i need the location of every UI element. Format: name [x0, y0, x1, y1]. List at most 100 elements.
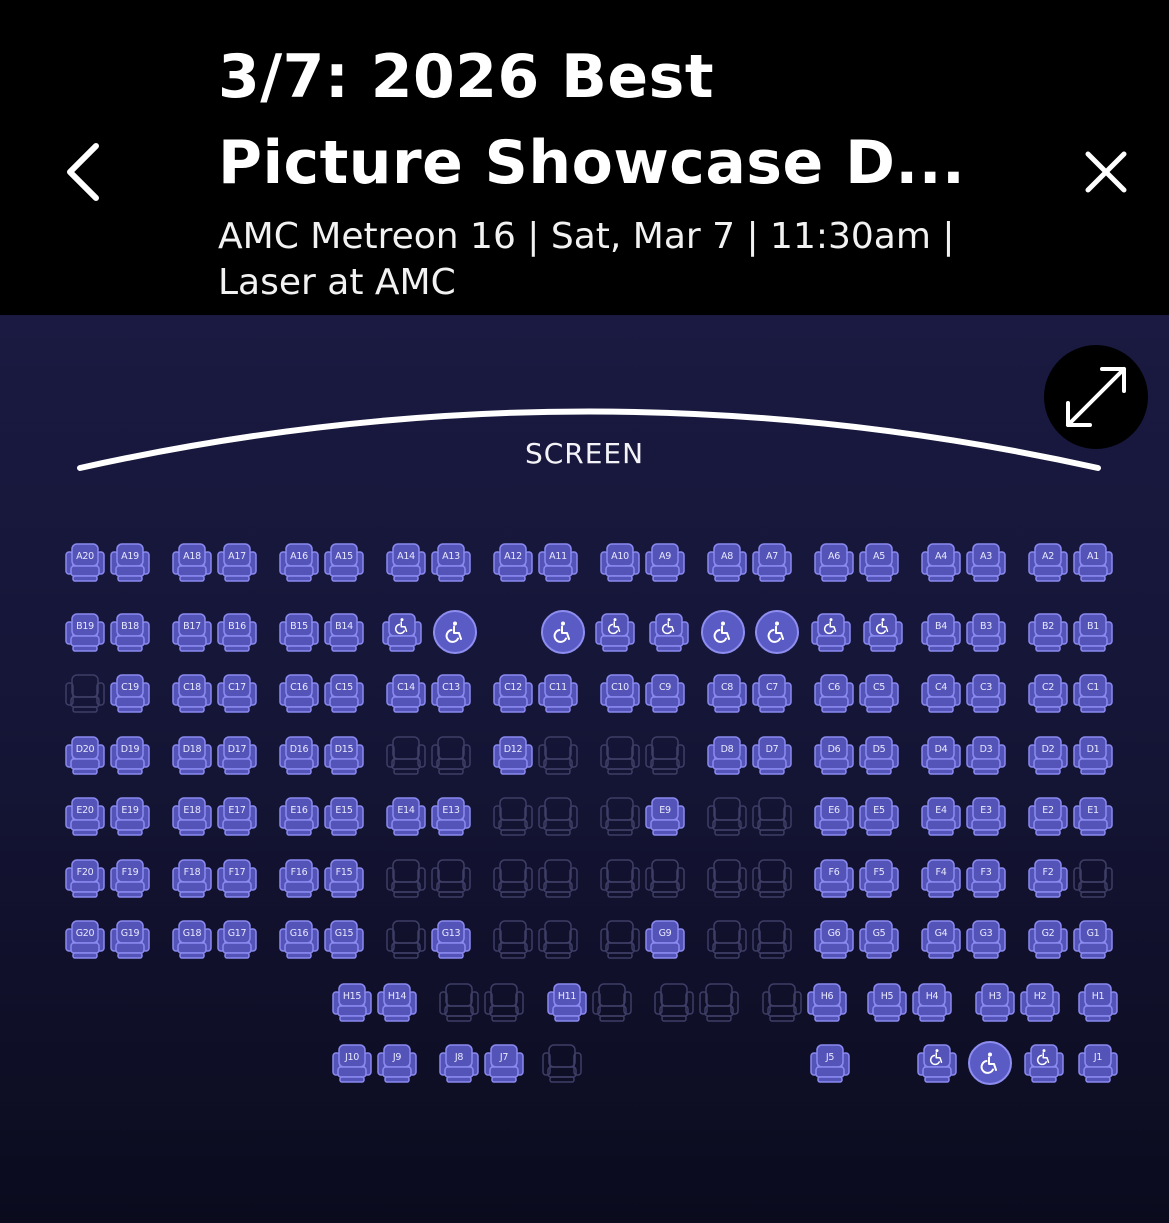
seat-h11[interactable]: H11 [545, 980, 589, 1024]
seat-c8[interactable]: C8 [705, 671, 749, 715]
seat-g13[interactable]: G13 [429, 917, 473, 961]
seat-c2[interactable]: C2 [1026, 671, 1070, 715]
seat-a13[interactable]: A13 [429, 540, 473, 584]
seat-a2[interactable]: A2 [1026, 540, 1070, 584]
seat-g19[interactable]: G19 [108, 917, 152, 961]
seat-f5[interactable]: F5 [857, 856, 901, 900]
seat-b4[interactable]: B4 [919, 610, 963, 654]
seat-g17[interactable]: G17 [215, 917, 259, 961]
close-button[interactable] [1082, 148, 1130, 196]
seat-d6[interactable]: D6 [812, 733, 856, 777]
seat-d5[interactable]: D5 [857, 733, 901, 777]
seat-e2[interactable]: E2 [1026, 794, 1070, 838]
seat-d2[interactable]: D2 [1026, 733, 1070, 777]
seat-e13[interactable]: E13 [429, 794, 473, 838]
seat-e19[interactable]: E19 [108, 794, 152, 838]
seat-e9[interactable]: E9 [643, 794, 687, 838]
seat-e5[interactable]: E5 [857, 794, 901, 838]
seat-f15[interactable]: F15 [322, 856, 366, 900]
seat-c10[interactable]: C10 [598, 671, 642, 715]
seat-g2[interactable]: G2 [1026, 917, 1070, 961]
wheelchair-seat[interactable] [541, 610, 585, 654]
back-button[interactable] [60, 140, 110, 204]
seat-j10[interactable]: J10 [330, 1041, 374, 1085]
seat-a11[interactable]: A11 [536, 540, 580, 584]
seat-g5[interactable]: G5 [857, 917, 901, 961]
seat-e4[interactable]: E4 [919, 794, 963, 838]
seat-h1[interactable]: H1 [1076, 980, 1120, 1024]
seat-e14[interactable]: E14 [384, 794, 428, 838]
seat-d4[interactable]: D4 [919, 733, 963, 777]
expand-button[interactable] [1044, 345, 1148, 449]
seat-h15[interactable]: H15 [330, 980, 374, 1024]
seat-j7[interactable]: J7 [482, 1041, 526, 1085]
seat-e16[interactable]: E16 [277, 794, 321, 838]
seat-f18[interactable]: F18 [170, 856, 214, 900]
seat-f16[interactable]: F16 [277, 856, 321, 900]
seat-a1[interactable]: A1 [1071, 540, 1115, 584]
seat-e3[interactable]: E3 [964, 794, 1008, 838]
seat-e18[interactable]: E18 [170, 794, 214, 838]
seat-f4[interactable]: F4 [919, 856, 963, 900]
seat-c16[interactable]: C16 [277, 671, 321, 715]
seat-g15[interactable]: G15 [322, 917, 366, 961]
seat-c3[interactable]: C3 [964, 671, 1008, 715]
seat-a17[interactable]: A17 [215, 540, 259, 584]
seat-a3[interactable]: A3 [964, 540, 1008, 584]
seat-f20[interactable]: F20 [63, 856, 107, 900]
seat-g9[interactable]: G9 [643, 917, 687, 961]
seat-j5[interactable]: J5 [808, 1041, 852, 1085]
seat-c12[interactable]: C12 [491, 671, 535, 715]
seat-d8[interactable]: D8 [705, 733, 749, 777]
companion-seat[interactable] [1022, 1041, 1066, 1085]
seat-f6[interactable]: F6 [812, 856, 856, 900]
seat-j8[interactable]: J8 [437, 1041, 481, 1085]
seat-a7[interactable]: A7 [750, 540, 794, 584]
seat-c15[interactable]: C15 [322, 671, 366, 715]
seat-c9[interactable]: C9 [643, 671, 687, 715]
seat-a10[interactable]: A10 [598, 540, 642, 584]
seat-c17[interactable]: C17 [215, 671, 259, 715]
seat-d3[interactable]: D3 [964, 733, 1008, 777]
seat-d17[interactable]: D17 [215, 733, 259, 777]
seat-d20[interactable]: D20 [63, 733, 107, 777]
seat-c6[interactable]: C6 [812, 671, 856, 715]
seat-a15[interactable]: A15 [322, 540, 366, 584]
companion-seat[interactable] [809, 610, 853, 654]
seat-b19[interactable]: B19 [63, 610, 107, 654]
seat-h5[interactable]: H5 [865, 980, 909, 1024]
seat-d16[interactable]: D16 [277, 733, 321, 777]
seat-h3[interactable]: H3 [973, 980, 1017, 1024]
seat-e1[interactable]: E1 [1071, 794, 1115, 838]
seat-b15[interactable]: B15 [277, 610, 321, 654]
seat-h14[interactable]: H14 [375, 980, 419, 1024]
seat-a12[interactable]: A12 [491, 540, 535, 584]
seat-f19[interactable]: F19 [108, 856, 152, 900]
seat-b1[interactable]: B1 [1071, 610, 1115, 654]
seat-e6[interactable]: E6 [812, 794, 856, 838]
seat-a14[interactable]: A14 [384, 540, 428, 584]
seat-d18[interactable]: D18 [170, 733, 214, 777]
seat-j1[interactable]: J1 [1076, 1041, 1120, 1085]
seat-d12[interactable]: D12 [491, 733, 535, 777]
seat-g4[interactable]: G4 [919, 917, 963, 961]
seat-g16[interactable]: G16 [277, 917, 321, 961]
seat-a5[interactable]: A5 [857, 540, 901, 584]
seat-b16[interactable]: B16 [215, 610, 259, 654]
seat-a4[interactable]: A4 [919, 540, 963, 584]
seat-f3[interactable]: F3 [964, 856, 1008, 900]
seat-c11[interactable]: C11 [536, 671, 580, 715]
seat-g1[interactable]: G1 [1071, 917, 1115, 961]
seat-e15[interactable]: E15 [322, 794, 366, 838]
seat-a16[interactable]: A16 [277, 540, 321, 584]
seat-b18[interactable]: B18 [108, 610, 152, 654]
seat-d19[interactable]: D19 [108, 733, 152, 777]
seat-c4[interactable]: C4 [919, 671, 963, 715]
seat-b2[interactable]: B2 [1026, 610, 1070, 654]
seat-c14[interactable]: C14 [384, 671, 428, 715]
seat-f2[interactable]: F2 [1026, 856, 1070, 900]
seat-c1[interactable]: C1 [1071, 671, 1115, 715]
seat-h6[interactable]: H6 [805, 980, 849, 1024]
wheelchair-seat[interactable] [701, 610, 745, 654]
seat-a9[interactable]: A9 [643, 540, 687, 584]
